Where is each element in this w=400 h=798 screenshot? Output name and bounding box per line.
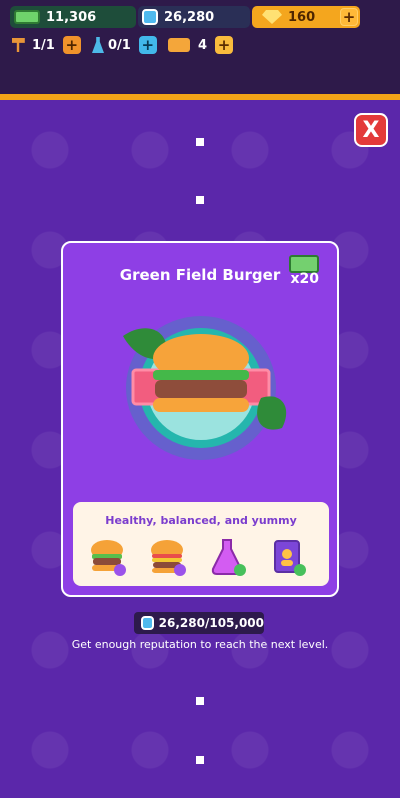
add-flask-button[interactable]: + [138, 36, 157, 54]
reputation-value: 26,280 [164, 9, 215, 25]
hammer-resource: 1/1 + [12, 33, 81, 57]
close-button[interactable]: X [354, 113, 388, 147]
decor-dot [196, 697, 204, 705]
recipe-description: Healthy, balanced, and yummy [105, 514, 297, 527]
burger-illustration [123, 316, 287, 460]
cash-value: 11,306 [46, 9, 97, 25]
cash-icon [14, 10, 40, 24]
reputation-icon [141, 616, 154, 630]
gem-counter[interactable]: 160 + [252, 6, 360, 28]
gem-value: 160 [288, 9, 316, 25]
decor-dot [196, 138, 204, 146]
reputation-icon [142, 9, 158, 25]
ticket-resource: 4 + [168, 33, 234, 57]
decor-dot [196, 196, 204, 204]
recipe-card: Green Field Burger x20 Healthy, balanced… [61, 241, 339, 597]
flask-resource: 0/1 + [92, 33, 157, 57]
recipe-book-icon[interactable] [267, 536, 307, 578]
cheeseburger-ingredient-icon[interactable] [147, 536, 187, 578]
progress-target: 105,000 [209, 616, 264, 630]
orange-divider [0, 94, 400, 100]
flask-value: 0/1 [108, 37, 131, 53]
hammer-icon [12, 38, 25, 52]
reward: x20 [289, 255, 319, 287]
recipe-panel: Healthy, balanced, and yummy [73, 502, 329, 586]
add-hammer-button[interactable]: + [62, 36, 81, 54]
gem-icon [262, 10, 282, 24]
ticket-value: 4 [198, 37, 208, 53]
add-ticket-button[interactable]: + [215, 36, 234, 54]
add-gems-button[interactable]: + [340, 8, 358, 26]
decor-dot [196, 756, 204, 764]
reward-amount: x20 [290, 271, 319, 287]
reputation-counter[interactable]: 26,280 [138, 6, 250, 28]
recipe-items [81, 536, 321, 578]
top-bar: 11,306 26,280 160 + 1/1 + 0/1 + 4 + [0, 0, 400, 94]
ticket-icon [168, 38, 190, 52]
progress-current: 26,280 [158, 616, 205, 630]
burger-ingredient-icon[interactable] [87, 536, 127, 578]
cash-counter[interactable]: 11,306 [10, 6, 136, 28]
reputation-progress: 26,280 / 105,000 [134, 612, 264, 634]
level-hint: Get enough reputation to reach the next … [71, 638, 329, 651]
flask-ingredient-icon[interactable] [207, 536, 247, 578]
hammer-value: 1/1 [32, 37, 55, 53]
flask-icon [92, 37, 104, 53]
